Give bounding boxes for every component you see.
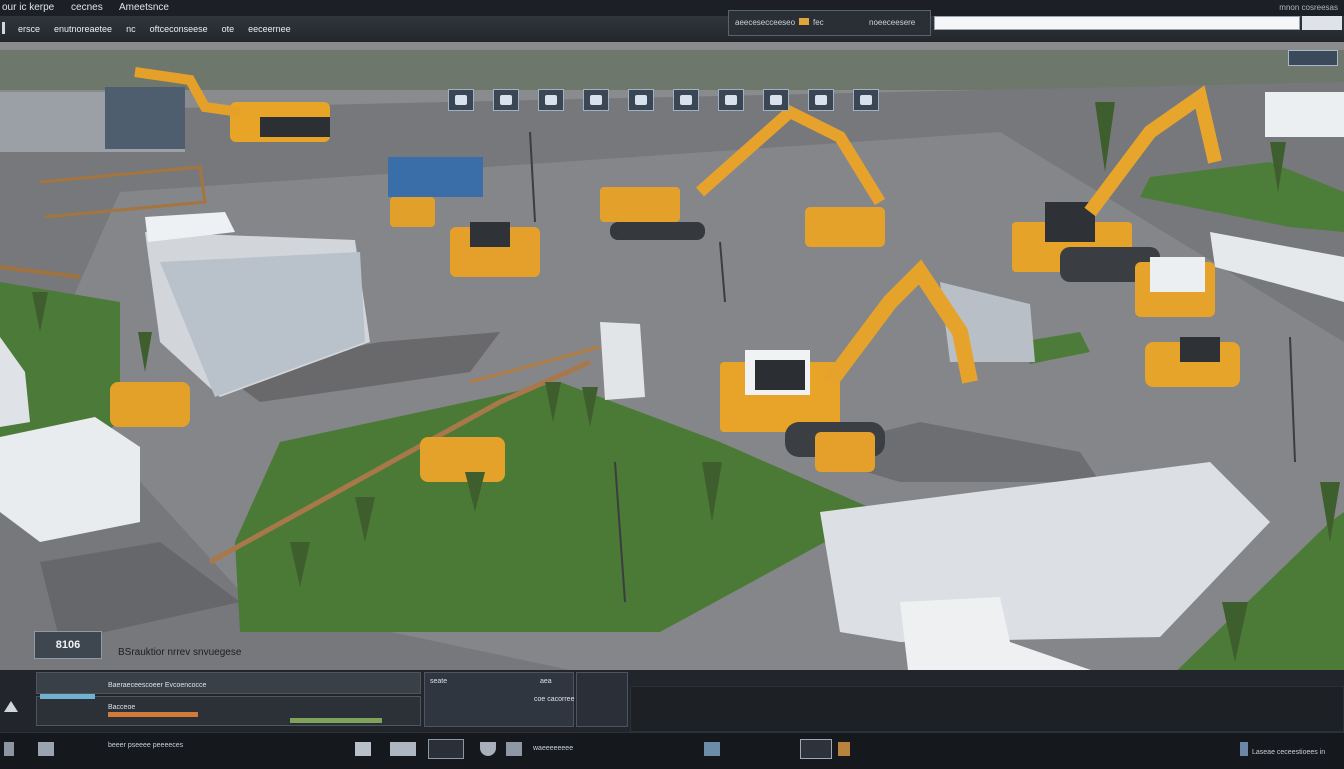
distant-trees bbox=[0, 50, 1344, 90]
search-box[interactable]: aeecesecceeseo fec noeeceesere bbox=[728, 10, 931, 36]
menu-item-5[interactable]: ote bbox=[222, 24, 235, 34]
scene-viewport[interactable] bbox=[0, 42, 1344, 687]
search-badge-icon bbox=[799, 18, 809, 25]
panel-progress-orange bbox=[108, 712, 198, 717]
title-part-2: cecnes bbox=[71, 2, 103, 13]
menu-item-1[interactable]: ersce bbox=[18, 24, 40, 34]
white-pillar bbox=[600, 322, 645, 400]
title-bar: our ic kerpe cecnes Ameetsnce mnon cosre… bbox=[0, 0, 1344, 16]
roller-left bbox=[110, 382, 190, 427]
blue-container bbox=[388, 157, 483, 197]
roller-right-cab bbox=[1180, 337, 1220, 362]
coordinate-badge: 8106 bbox=[34, 631, 102, 659]
panel-progress-blue bbox=[40, 694, 95, 699]
properties-panel: Baeraeceescoeer Evcoencocce Bacceoe seat… bbox=[0, 670, 1344, 732]
panel-right-label-a: aea bbox=[540, 678, 552, 685]
search-right-label: noeeceesere bbox=[869, 18, 916, 27]
light-icon[interactable] bbox=[763, 89, 789, 111]
camera-icon[interactable] bbox=[628, 89, 654, 111]
white-container-left bbox=[0, 417, 140, 542]
menu-item-4[interactable]: oftceconseese bbox=[150, 24, 208, 34]
window-thumb-icon[interactable] bbox=[800, 739, 832, 759]
vehicle-icon[interactable] bbox=[355, 742, 371, 756]
monitor-icon[interactable] bbox=[428, 739, 464, 759]
scale-icon[interactable] bbox=[583, 89, 609, 111]
rotate-icon[interactable] bbox=[538, 89, 564, 111]
white-shed-right bbox=[1265, 92, 1344, 137]
window-right-label: mnon cosreesas bbox=[1279, 3, 1338, 12]
loader-center bbox=[420, 437, 505, 482]
shield-icon[interactable] bbox=[480, 742, 496, 756]
select-icon[interactable] bbox=[448, 89, 474, 111]
left-warehouse-glass bbox=[105, 87, 185, 149]
taskbar-mid-label: waeeeeeeee bbox=[533, 745, 574, 752]
network-icon[interactable] bbox=[704, 742, 720, 756]
address-input[interactable] bbox=[934, 16, 1300, 30]
viewport-status-text: BSrauktior nrrev snvuegese bbox=[118, 647, 242, 658]
viewport-toolbar bbox=[448, 89, 898, 111]
grid-icon[interactable] bbox=[853, 89, 879, 111]
menu-item-3[interactable]: nc bbox=[126, 24, 136, 34]
panel-row1-label: Baeraeceescoeer Evcoencocce bbox=[108, 682, 207, 689]
menu-bar: ersce enutnoreaetee nc oftceconseese ote… bbox=[0, 10, 1344, 43]
search-label: aeecesecceeseo bbox=[735, 18, 796, 27]
render-icon[interactable] bbox=[673, 89, 699, 111]
address-go-button[interactable] bbox=[1302, 16, 1342, 30]
truck-right-cab bbox=[1150, 257, 1205, 292]
menu-toggle-icon[interactable] bbox=[4, 742, 14, 756]
title-part-3: Ameetsnce bbox=[118, 2, 169, 13]
move-icon[interactable] bbox=[493, 89, 519, 111]
panel-right-label-b: coe cacorree bbox=[534, 696, 575, 703]
taskbar-left-label: beeer pseeee peeeeces bbox=[108, 742, 184, 749]
tray-icon[interactable] bbox=[1240, 742, 1248, 756]
menu-handle-icon bbox=[2, 22, 5, 34]
panel-empty-area bbox=[630, 686, 1344, 732]
home-icon[interactable] bbox=[38, 742, 54, 756]
info-icon[interactable] bbox=[506, 742, 522, 756]
taskbar: beeer pseeee peeeeces waeeeeeeee Laseae … bbox=[0, 732, 1344, 769]
layers-icon[interactable] bbox=[718, 89, 744, 111]
tool-icon[interactable] bbox=[838, 742, 850, 756]
scene-render bbox=[0, 42, 1344, 687]
material-icon[interactable] bbox=[808, 89, 834, 111]
viewport-tab-right[interactable] bbox=[1288, 50, 1338, 66]
window-title: our ic kerpe cecnes Ameetsnce bbox=[2, 2, 183, 13]
settings-icon[interactable] bbox=[390, 742, 416, 756]
panel-row2-label: Bacceoe bbox=[108, 704, 136, 711]
dozer-cab bbox=[470, 222, 510, 247]
menu-item-2[interactable]: enutnoreaetee bbox=[54, 24, 112, 34]
panel-right-block bbox=[576, 672, 628, 727]
loader-small bbox=[390, 197, 435, 227]
panel-progress-green[interactable] bbox=[290, 718, 382, 723]
main-menu: ersce enutnoreaetee nc oftceconseese ote… bbox=[18, 24, 291, 34]
search-badge-text: fec bbox=[813, 18, 824, 27]
panel-header-block bbox=[36, 672, 421, 694]
app-logo-icon bbox=[4, 701, 18, 712]
title-part-1: our ic kerpe bbox=[2, 2, 55, 13]
menu-item-6[interactable]: eeceernee bbox=[248, 24, 291, 34]
panel-middle-label: seate bbox=[430, 678, 448, 685]
taskbar-right-label: Laseae ceceestioees in bbox=[1252, 749, 1326, 756]
